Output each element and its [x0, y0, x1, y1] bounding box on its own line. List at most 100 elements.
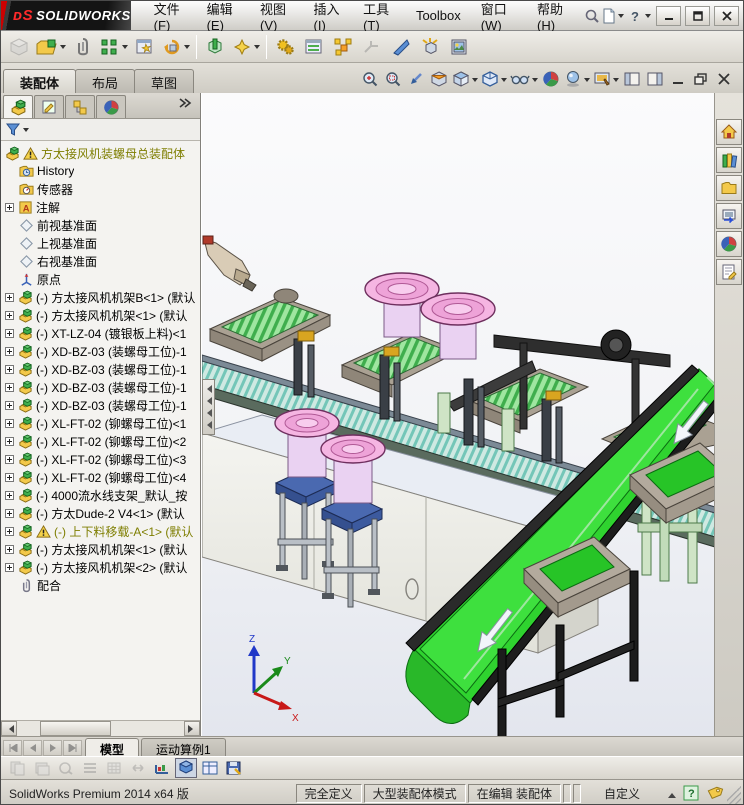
assembly-features-icon[interactable]: [201, 33, 229, 61]
edit-appearance-icon[interactable]: [592, 68, 620, 90]
compare-icon[interactable]: [7, 758, 29, 778]
first-tab-icon[interactable]: [3, 740, 22, 756]
design-library-icon[interactable]: [716, 147, 742, 173]
expand-toggle[interactable]: [5, 418, 14, 428]
zoom-to-area-icon[interactable]: [382, 68, 404, 90]
expand-toggle[interactable]: [5, 472, 14, 482]
tree-row-component[interactable]: (-) 方太接风机机架B<1> (默认: [1, 288, 200, 306]
tree-row-component[interactable]: (-) 方太Dude-2 V4<1> (默认: [1, 504, 200, 522]
expand-toggle[interactable]: [5, 310, 14, 320]
file-explorer-icon[interactable]: [716, 175, 742, 201]
expand-toggle[interactable]: [5, 382, 14, 392]
quick-tips-icon[interactable]: ?: [679, 782, 703, 804]
last-tab-icon[interactable]: [63, 740, 82, 756]
evaluate-table-icon[interactable]: [199, 758, 221, 778]
tree-row-component[interactable]: (-) XD-BZ-03 (装螺母工位)-1: [1, 396, 200, 414]
expand-toggle[interactable]: [5, 490, 14, 500]
tree-row-component[interactable]: (-) 方太接风机机架<1> (默认: [1, 306, 200, 324]
instant3d-icon[interactable]: [387, 33, 415, 61]
custom-properties-icon[interactable]: [716, 259, 742, 285]
feature-manager-tab[interactable]: [3, 95, 33, 118]
close-button[interactable]: [714, 5, 739, 26]
explode-line-sketch-icon[interactable]: [358, 33, 386, 61]
search-icon[interactable]: [582, 5, 601, 27]
scroll-left-arrow[interactable]: [1, 721, 17, 736]
configuration-manager-tab[interactable]: [65, 95, 95, 118]
tree-row-component[interactable]: (-) XD-BZ-03 (装螺母工位)-1: [1, 378, 200, 396]
tree-row-component[interactable]: (-) XL-FT-02 (铆螺母工位)<3: [1, 450, 200, 468]
tree-row-component[interactable]: (-) XT-LZ-04 (镀银板上料)<1: [1, 324, 200, 342]
feeder-stand-2[interactable]: [320, 494, 384, 608]
expand-toggle[interactable]: [5, 526, 14, 536]
tree-row-component[interactable]: (-) 4000流水线支架_默认_按: [1, 486, 200, 504]
filter-icon[interactable]: [5, 122, 29, 137]
graphics-area[interactable]: Z Y X: [201, 93, 714, 736]
status-custom[interactable]: 自定义: [583, 784, 661, 803]
tab-model[interactable]: 模型: [85, 738, 140, 757]
tab-assembly[interactable]: 装配体: [3, 69, 77, 93]
tree-row-origin[interactable]: 原点: [1, 270, 200, 288]
prev-tab-icon[interactable]: [23, 740, 42, 756]
smart-fasteners-icon[interactable]: [131, 33, 159, 61]
component-pattern-icon[interactable]: [98, 33, 130, 61]
tag-icon[interactable]: [703, 782, 727, 804]
feed-tray-3[interactable]: [468, 368, 590, 434]
cable-reel[interactable]: [600, 329, 632, 361]
exploded-view-icon[interactable]: [329, 33, 357, 61]
display-manager-tab[interactable]: [96, 95, 126, 118]
grid-icon[interactable]: [103, 758, 125, 778]
scrollbar-thumb[interactable]: [40, 721, 111, 736]
next-tab-icon[interactable]: [43, 740, 62, 756]
tree-row-component-warning[interactable]: (-) 上下料移载-A<1> (默认: [1, 522, 200, 540]
arrows-icon[interactable]: [127, 758, 149, 778]
move-component-icon[interactable]: [160, 33, 192, 61]
tab-layout[interactable]: 布局: [75, 69, 136, 93]
scroll-right-arrow[interactable]: [184, 721, 200, 736]
sketch-check-icon[interactable]: [55, 758, 77, 778]
bill-of-materials-icon[interactable]: [300, 33, 328, 61]
restore-document-icon[interactable]: [690, 68, 712, 90]
tree-row-component[interactable]: (-) 方太接风机机架<1> (默认: [1, 540, 200, 558]
expand-toggle[interactable]: [5, 562, 14, 572]
scrollbar-track[interactable]: [17, 721, 184, 736]
expand-toggle[interactable]: [5, 508, 14, 518]
tree-row-annotations[interactable]: 注解: [1, 198, 200, 216]
shaded-view-icon[interactable]: [175, 758, 197, 778]
status-expand-arrow[interactable]: [665, 786, 679, 800]
help-button[interactable]: ?: [628, 5, 652, 27]
assembly-visualization-icon[interactable]: [151, 758, 173, 778]
motion-study-icon[interactable]: [271, 33, 299, 61]
tree-row-right-plane[interactable]: 右视基准面: [1, 252, 200, 270]
save-icon[interactable]: [223, 758, 245, 778]
split-pane-left-icon[interactable]: [621, 68, 643, 90]
tree-row-component[interactable]: (-) 方太接风机机架<2> (默认: [1, 558, 200, 576]
insert-component-icon[interactable]: [5, 33, 33, 61]
panel-splitter-arrows[interactable]: [202, 379, 215, 435]
expand-toggle[interactable]: [5, 454, 14, 464]
expand-toggle[interactable]: [5, 202, 14, 212]
split-pane-right-icon[interactable]: [644, 68, 666, 90]
new-document-button[interactable]: [601, 5, 625, 27]
minimize-button[interactable]: [656, 5, 681, 26]
lines-icon[interactable]: [79, 758, 101, 778]
resize-grip[interactable]: [727, 780, 741, 804]
zoom-to-fit-icon[interactable]: [359, 68, 381, 90]
tree-row-top-plane[interactable]: 上视基准面: [1, 234, 200, 252]
close-document-icon[interactable]: [713, 68, 735, 90]
expand-toggle[interactable]: [5, 328, 14, 338]
section-view-icon[interactable]: [428, 68, 450, 90]
expand-toggle[interactable]: [5, 400, 14, 410]
tree-row-component[interactable]: (-) XD-BZ-03 (装螺母工位)-1: [1, 360, 200, 378]
expand-toggle[interactable]: [5, 364, 14, 374]
tree-row-sensors[interactable]: 传感器: [1, 180, 200, 198]
tree-root-row[interactable]: 方太接风机装螺母总装配体: [1, 144, 200, 162]
tree-horizontal-scrollbar[interactable]: [1, 720, 200, 736]
resources-home-icon[interactable]: [716, 119, 742, 145]
panel-overflow-chevrons[interactable]: [178, 96, 200, 118]
expand-toggle[interactable]: [5, 436, 14, 446]
apply-scene-icon[interactable]: [540, 68, 562, 90]
tree-row-component[interactable]: (-) XD-BZ-03 (装螺母工位)-1: [1, 342, 200, 360]
tree-row-mates[interactable]: 配合: [1, 576, 200, 594]
copy-settings-icon[interactable]: [31, 758, 53, 778]
tree-row-history[interactable]: History: [1, 162, 200, 180]
